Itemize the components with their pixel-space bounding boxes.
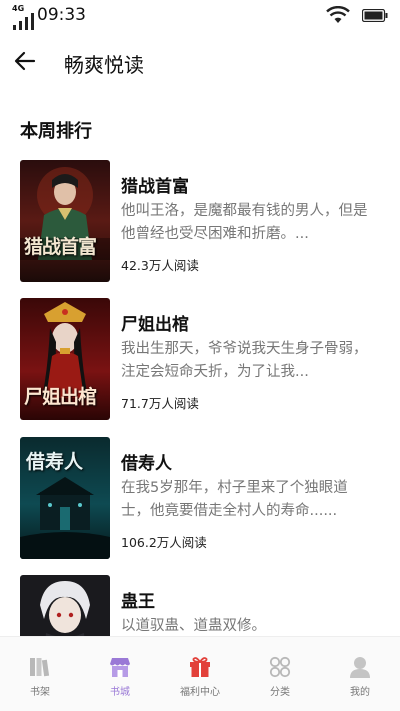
book-cover[interactable]: 尸姐出棺 <box>20 298 110 420</box>
cover-image <box>20 160 110 282</box>
back-arrow-icon[interactable] <box>12 48 38 74</box>
cover-image <box>20 575 110 636</box>
tab-category[interactable]: 分类 <box>240 637 320 711</box>
cover-title: 借寿人 <box>26 451 84 473</box>
bottom-tab-bar: 书架 书城 福利中心 分类 我的 <box>0 636 400 711</box>
book-item[interactable]: 猎战首富 猎战首富 他叫王洛，是魔都最有钱的男人，但是他曾经也受尽困难和折磨。.… <box>20 160 380 282</box>
book-cover[interactable]: 借寿人 <box>20 437 110 559</box>
book-item[interactable]: 尸姐出棺 尸姐出棺 我出生那天，爷爷说我天生身子骨弱，注定会短命夭折，为了让我.… <box>20 298 380 420</box>
book-item[interactable]: 蛊王 以道驭蛊、道蛊双修。 <box>20 575 380 636</box>
book-description: 在我5岁那年，村子里来了个独眼道士，他竟要借走全村人的寿命...... <box>121 480 348 519</box>
bookstore-icon <box>110 658 130 677</box>
wifi-icon <box>326 6 350 23</box>
book-item[interactable]: 借寿人 借寿人 在我5岁那年，村子里来了个独眼道士，他竟要借走全村人的寿命...… <box>20 437 380 559</box>
tab-label: 福利中心 <box>180 687 220 698</box>
book-cover[interactable]: 猎战首富 <box>20 160 110 282</box>
section-title: 本周排行 <box>20 121 92 142</box>
book-title[interactable]: 尸姐出棺 <box>121 310 189 335</box>
status-bar: 4G 09:33 <box>0 0 400 34</box>
tab-bookshelf[interactable]: 书架 <box>0 637 80 711</box>
book-title[interactable]: 借寿人 <box>121 449 172 474</box>
book-reads: 42.3万人阅读 <box>121 258 199 273</box>
cover-title: 尸姐出棺 <box>24 386 97 408</box>
gift-icon <box>190 657 210 677</box>
tab-profile[interactable]: 我的 <box>320 637 400 711</box>
book-description: 他叫王洛，是魔都最有钱的男人，但是他曾经也受尽困难和折磨。... <box>121 203 368 242</box>
book-cover[interactable] <box>20 575 110 636</box>
battery-icon <box>362 9 388 22</box>
cover-title: 猎战首富 <box>24 236 97 258</box>
clock: 09:33 <box>37 5 86 25</box>
category-icon <box>269 656 291 678</box>
tab-label: 分类 <box>270 687 290 698</box>
profile-icon <box>350 657 370 678</box>
book-reads: 106.2万人阅读 <box>121 535 207 550</box>
bookshelf-icon <box>30 658 50 677</box>
tab-label: 书架 <box>30 687 50 698</box>
book-description: 以道驭蛊、道蛊双修。 <box>121 618 266 634</box>
book-title[interactable]: 蛊王 <box>121 587 155 612</box>
book-reads: 71.7万人阅读 <box>121 396 199 411</box>
tab-welfare[interactable]: 福利中心 <box>160 637 240 711</box>
book-title[interactable]: 猎战首富 <box>121 172 189 197</box>
tab-label: 书城 <box>110 687 130 698</box>
book-description: 我出生那天，爷爷说我天生身子骨弱，注定会短命夭折，为了让我... <box>121 341 368 380</box>
tab-bookstore[interactable]: 书城 <box>80 637 160 711</box>
tab-label: 我的 <box>350 687 370 698</box>
title-bar: 畅爽悦读 <box>0 40 400 84</box>
signal-icon <box>13 13 34 30</box>
page-title: 畅爽悦读 <box>64 53 144 77</box>
